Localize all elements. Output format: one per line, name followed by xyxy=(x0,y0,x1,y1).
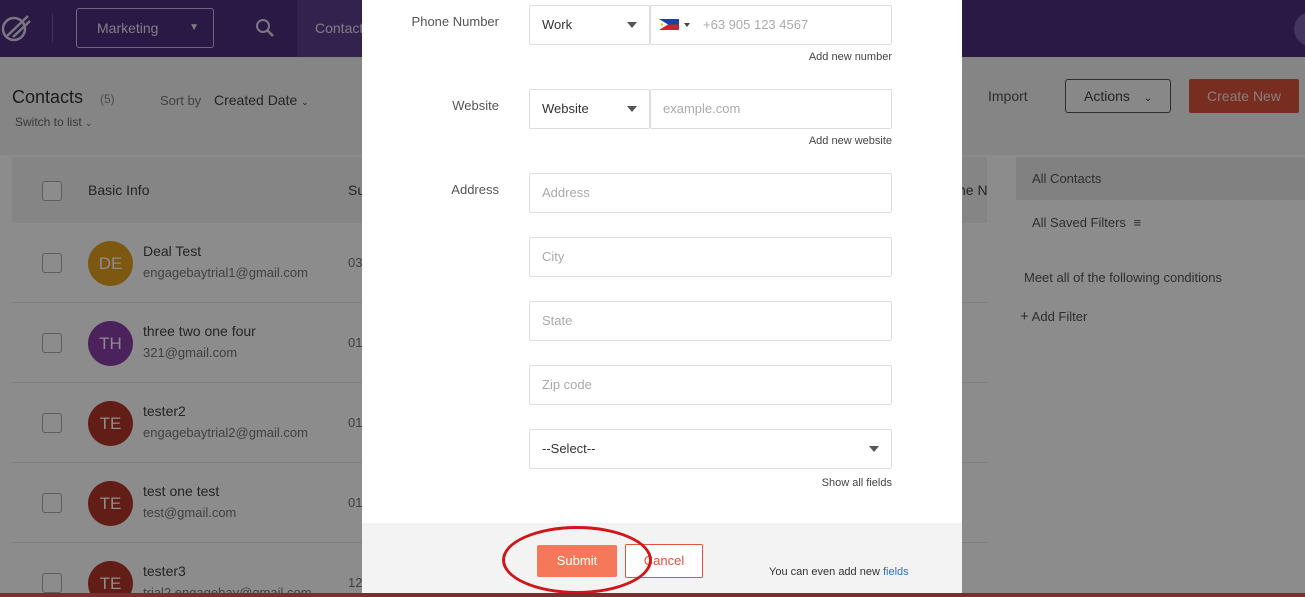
caret-down-icon xyxy=(869,446,879,452)
caret-down-icon xyxy=(627,22,637,28)
state-placeholder: State xyxy=(542,313,573,328)
address-input[interactable]: Address xyxy=(529,173,892,213)
website-type-value: Website xyxy=(542,101,589,116)
show-all-fields-link[interactable]: Show all fields xyxy=(760,477,892,489)
address-placeholder: Address xyxy=(542,185,590,200)
add-new-number-link[interactable]: Add new number xyxy=(760,51,892,63)
phone-type-select[interactable]: Work xyxy=(529,5,650,45)
hint-text: You can even add new xyxy=(769,566,883,578)
highlight-annotation xyxy=(502,526,652,594)
fields-link[interactable]: fields xyxy=(883,566,909,578)
website-input[interactable]: example.com xyxy=(650,89,892,129)
phone-number-label: Phone Number xyxy=(411,14,499,29)
add-fields-hint: You can even add new fields xyxy=(769,566,909,578)
bottom-border xyxy=(0,593,1305,597)
phone-type-value: Work xyxy=(542,17,573,32)
phone-placeholder: +63 905 123 4567 xyxy=(703,17,809,32)
caret-down-icon xyxy=(627,106,637,112)
address-label: Address xyxy=(451,182,499,197)
philippines-flag-icon[interactable] xyxy=(659,19,679,30)
add-new-website-link[interactable]: Add new website xyxy=(760,135,892,147)
zip-code-input[interactable]: Zip code xyxy=(529,365,892,405)
country-select-value: --Select-- xyxy=(542,441,596,456)
website-placeholder: example.com xyxy=(663,101,741,116)
zip-placeholder: Zip code xyxy=(542,377,592,392)
state-input[interactable]: State xyxy=(529,301,892,341)
country-select[interactable]: --Select-- xyxy=(529,429,892,469)
caret-down-icon[interactable] xyxy=(684,23,690,27)
city-input[interactable]: City xyxy=(529,237,892,277)
city-placeholder: City xyxy=(542,249,565,264)
website-label: Website xyxy=(452,98,499,113)
website-type-select[interactable]: Website xyxy=(529,89,650,129)
